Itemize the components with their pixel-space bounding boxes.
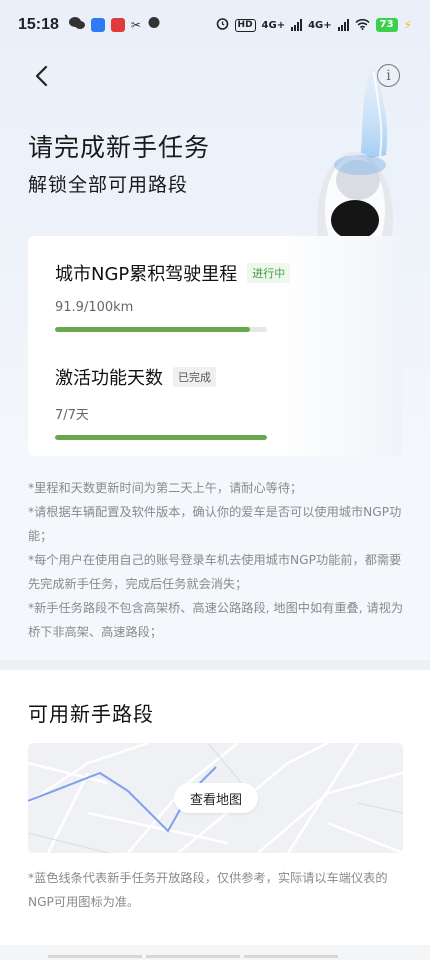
progress-bar <box>55 435 267 440</box>
task-value: 7/7天 <box>55 408 89 423</box>
roads-note: *蓝色线条代表新手任务开放路段，仅供参考，实际请以车端仪表的NGP可用图标为准。 <box>28 871 388 909</box>
tasks-card: 城市NGP累积驾驶里程 进行中 91.9/100km 激活功能天数 已完成 7/… <box>28 236 402 456</box>
status-app-icons: ✂ <box>68 16 161 34</box>
notes-list: *里程和天数更新时间为第二天上午，请耐心等待； *请根据车辆配置及软件版本，确认… <box>28 476 404 644</box>
alarm-icon <box>216 17 229 33</box>
task-title: 激活功能天数 <box>55 368 163 389</box>
note-item: *每个用户在使用自己的账号登录车机去使用城市NGP功能前，都需要先完成新手任务，… <box>28 553 402 591</box>
section-divider <box>0 660 430 670</box>
chevron-left-icon <box>35 65 48 87</box>
app-blue-icon <box>90 18 105 32</box>
page-subtitle: 解锁全部可用路段 <box>28 174 189 196</box>
bottom-tab-preview <box>48 955 338 958</box>
progress-bar-fill <box>55 435 267 440</box>
signal-icon-2 <box>337 19 349 31</box>
view-map-button[interactable]: 查看地图 <box>174 783 258 813</box>
status-badge: 已完成 <box>173 367 216 387</box>
task-title: 城市NGP累积驾驶里程 <box>55 264 238 285</box>
back-button[interactable] <box>28 62 56 90</box>
signal-icon <box>291 19 303 31</box>
scissors-icon: ✂ <box>130 18 141 32</box>
section-title: 可用新手路段 <box>28 702 154 726</box>
network-label-2: 4G+ <box>308 19 332 31</box>
wechat-icon <box>68 16 85 34</box>
card-fade-overlay <box>272 236 402 456</box>
roads-section: 可用新手路段 查看地图 *蓝色线条代表新手任务开放路段，仅供参考，实际请以车端仪… <box>0 670 430 960</box>
map-preview[interactable]: 查看地图 <box>28 743 403 853</box>
status-bar: 15:18 ✂ HD 4G+ 4G+ 73 ⚡ <box>0 0 430 50</box>
task-item-days: 激活功能天数 已完成 7/7天 <box>55 364 267 440</box>
note-item: *新手任务路段不包含高架桥、高速公路路段, 地图中如有重叠, 请视为桥下非高架、… <box>28 601 404 639</box>
status-time: 15:18 <box>18 16 59 33</box>
charging-icon: ⚡ <box>403 18 412 32</box>
note-item: *请根据车辆配置及软件版本，确认你的爱车是否可以使用城市NGP功能； <box>28 505 402 543</box>
chat-bubble-icon <box>147 16 161 34</box>
task-item-mileage: 城市NGP累积驾驶里程 进行中 91.9/100km <box>55 260 291 332</box>
app-red-icon <box>110 18 125 32</box>
wifi-icon <box>355 18 370 33</box>
progress-bar-fill <box>55 327 250 332</box>
page-title: 请完成新手任务 <box>28 133 211 162</box>
battery-indicator: 73 <box>375 18 398 32</box>
network-label-1: 4G+ <box>261 19 286 31</box>
status-indicators: HD 4G+ 4G+ 73 ⚡ <box>216 17 412 33</box>
task-value: 91.9/100km <box>55 300 134 315</box>
progress-bar <box>55 327 267 332</box>
note-item: *里程和天数更新时间为第二天上午，请耐心等待； <box>28 481 303 495</box>
hd-badge: HD <box>234 18 256 32</box>
